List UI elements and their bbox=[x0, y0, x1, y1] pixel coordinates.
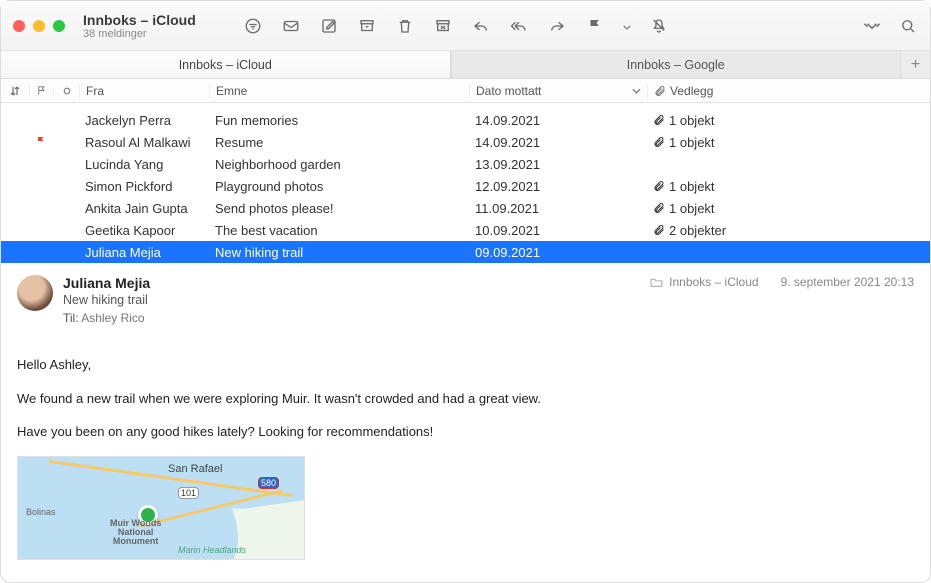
row-date: 10.09.2021 bbox=[469, 223, 647, 238]
message-row[interactable]: Simon PickfordPlayground photos12.09.202… bbox=[1, 175, 930, 197]
minimize-window-button[interactable] bbox=[33, 20, 45, 32]
message-preview: Juliana Mejia New hiking trail Til: Ashl… bbox=[1, 263, 930, 560]
compose-icon[interactable] bbox=[319, 16, 339, 36]
row-attachment: 2 objekter bbox=[647, 223, 930, 238]
row-subject: New hiking trail bbox=[209, 245, 469, 260]
body-line: Have you been on any good hikes lately? … bbox=[17, 422, 914, 442]
message-row[interactable]: Ankita Jain GuptaSend photos please!11.0… bbox=[1, 197, 930, 219]
filter-icon[interactable] bbox=[243, 16, 263, 36]
mailbox-tabs: Innboks – iCloud Innboks – Google + bbox=[1, 51, 930, 79]
message-row[interactable]: Rasoul Al MalkawiResume14.09.20211 objek… bbox=[1, 131, 930, 153]
titlebar: Innboks – iCloud 38 meldinger bbox=[1, 1, 930, 51]
from-header[interactable]: Fra bbox=[79, 84, 209, 98]
tab-google[interactable]: Innboks – Google bbox=[451, 51, 901, 78]
message-list: Jackelyn PerraFun memories14.09.20211 ob… bbox=[1, 103, 930, 263]
junk-icon[interactable] bbox=[433, 16, 453, 36]
row-attachment: 1 objekt bbox=[647, 135, 930, 150]
window-title: Innboks – iCloud bbox=[83, 12, 213, 28]
row-attachment: 1 objekt bbox=[647, 201, 930, 216]
preview-sender: Juliana Mejia bbox=[63, 275, 650, 291]
trash-icon[interactable] bbox=[395, 16, 415, 36]
map-label: Marin Headlands bbox=[178, 545, 246, 555]
tab-icloud[interactable]: Innboks – iCloud bbox=[1, 51, 451, 78]
tab-label: Innboks – iCloud bbox=[179, 58, 272, 72]
row-subject: The best vacation bbox=[209, 223, 469, 238]
paperclip-icon bbox=[654, 85, 666, 97]
tab-label: Innboks – Google bbox=[627, 58, 725, 72]
row-date: 12.09.2021 bbox=[469, 179, 647, 194]
preview-body: Hello Ashley, We found a new trail when … bbox=[17, 355, 914, 442]
close-window-button[interactable] bbox=[13, 20, 25, 32]
folder-icon bbox=[650, 277, 663, 288]
row-subject: Fun memories bbox=[209, 113, 469, 128]
forward-icon[interactable] bbox=[547, 16, 567, 36]
avatar bbox=[17, 275, 53, 311]
date-header[interactable]: Dato mottatt bbox=[469, 84, 647, 98]
new-tab-button[interactable]: + bbox=[900, 51, 930, 78]
row-from: Lucinda Yang bbox=[79, 157, 209, 172]
message-row[interactable]: Juliana MejiaNew hiking trail09.09.2021 bbox=[1, 241, 930, 263]
map-label: Bolinas bbox=[26, 507, 56, 517]
flag-dropdown-icon[interactable] bbox=[623, 18, 631, 33]
highway-shield: 101 bbox=[178, 487, 199, 499]
read-status-header[interactable] bbox=[53, 87, 79, 95]
row-from: Ankita Jain Gupta bbox=[79, 201, 209, 216]
row-from: Geetika Kapoor bbox=[79, 223, 209, 238]
archive-icon[interactable] bbox=[357, 16, 377, 36]
attachment-header[interactable]: Vedlegg bbox=[647, 84, 930, 98]
message-row[interactable]: Geetika KapoorThe best vacation10.09.202… bbox=[1, 219, 930, 241]
zoom-window-button[interactable] bbox=[53, 20, 65, 32]
highway-shield: 580 bbox=[258, 477, 279, 489]
row-date: 09.09.2021 bbox=[469, 245, 647, 260]
row-subject: Neighborhood garden bbox=[209, 157, 469, 172]
map-attachment[interactable]: San Rafael Muir WoodsNationalMonument Bo… bbox=[17, 456, 305, 560]
search-icon[interactable] bbox=[898, 16, 918, 36]
row-from: Rasoul Al Malkawi bbox=[79, 135, 209, 150]
body-line: Hello Ashley, bbox=[17, 355, 914, 375]
row-subject: Playground photos bbox=[209, 179, 469, 194]
preview-subject: New hiking trail bbox=[63, 293, 650, 307]
map-label: San Rafael bbox=[168, 463, 222, 475]
preview-datetime: 9. september 2021 20:13 bbox=[781, 275, 914, 289]
row-subject: Resume bbox=[209, 135, 469, 150]
message-row[interactable]: Jackelyn PerraFun memories14.09.20211 ob… bbox=[1, 109, 930, 131]
sort-header[interactable] bbox=[1, 85, 29, 97]
row-date: 11.09.2021 bbox=[469, 201, 647, 216]
row-from: Simon Pickford bbox=[79, 179, 209, 194]
toolbar bbox=[243, 16, 918, 36]
reply-all-icon[interactable] bbox=[509, 16, 529, 36]
row-attachment: 1 objekt bbox=[647, 179, 930, 194]
row-flag-icon bbox=[29, 135, 53, 150]
map-label: Muir WoodsNationalMonument bbox=[110, 519, 161, 546]
row-subject: Send photos please! bbox=[209, 201, 469, 216]
flag-header[interactable] bbox=[29, 85, 53, 96]
window-subtitle: 38 meldinger bbox=[83, 28, 213, 40]
sort-indicator-icon bbox=[632, 88, 641, 94]
window-controls bbox=[13, 20, 65, 32]
envelope-icon[interactable] bbox=[281, 16, 301, 36]
row-date: 14.09.2021 bbox=[469, 135, 647, 150]
preview-folder: Innboks – iCloud bbox=[669, 275, 758, 289]
preview-to: Til: Ashley Rico bbox=[63, 311, 650, 325]
column-headers: Fra Emne Dato mottatt Vedlegg bbox=[1, 79, 930, 103]
row-from: Jackelyn Perra bbox=[79, 113, 209, 128]
mute-icon[interactable] bbox=[649, 16, 669, 36]
body-line: We found a new trail when we were explor… bbox=[17, 389, 914, 409]
more-icon[interactable] bbox=[862, 16, 882, 36]
row-date: 13.09.2021 bbox=[469, 157, 647, 172]
row-from: Juliana Mejia bbox=[79, 245, 209, 260]
message-row[interactable]: Lucinda YangNeighborhood garden13.09.202… bbox=[1, 153, 930, 175]
row-date: 14.09.2021 bbox=[469, 113, 647, 128]
flag-icon[interactable] bbox=[585, 16, 605, 36]
row-attachment: 1 objekt bbox=[647, 113, 930, 128]
window-title-box: Innboks – iCloud 38 meldinger bbox=[83, 12, 213, 40]
subject-header[interactable]: Emne bbox=[209, 84, 469, 98]
reply-icon[interactable] bbox=[471, 16, 491, 36]
